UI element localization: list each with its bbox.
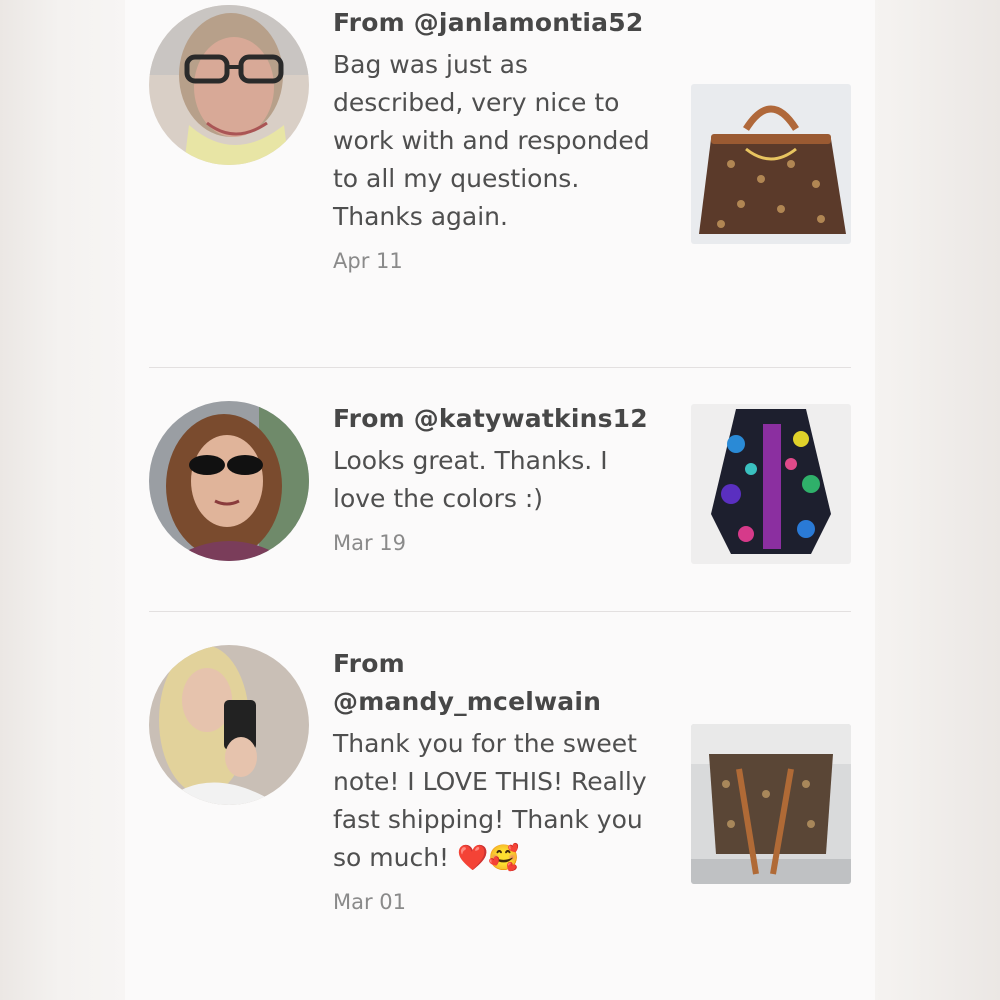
review-date: Mar 01 [333,890,407,914]
review-message: Thank you for the sweet note! I LOVE THI… [333,725,663,877]
review-date: Apr 11 [333,249,403,273]
reviews-panel: From @janlamontia52 Bag was just as desc… [125,0,875,1000]
reviewer-avatar[interactable] [149,645,309,805]
item-thumbnail[interactable] [691,404,851,564]
reviewer-username[interactable]: From @katywatkins12 [333,400,663,438]
review-date: Mar 19 [333,531,407,555]
reviewer-avatar[interactable] [149,5,309,165]
item-thumbnail[interactable] [691,84,851,244]
divider [149,611,851,612]
reviewer-username[interactable]: From @janlamontia52 [333,4,663,42]
review-message: Bag was just as described, very nice to … [333,50,650,231]
jacket-photo-icon [691,404,851,564]
tote-bag-photo-icon [691,724,851,884]
divider [149,367,851,368]
handbag-photo-icon [691,84,851,244]
item-thumbnail[interactable] [691,724,851,884]
reviewer-avatar[interactable] [149,401,309,561]
review-message: Looks great. Thanks. I love the colors :… [333,446,608,513]
reviewer-username[interactable]: From @mandy_mcelwain [333,645,663,721]
emoji-heart-smile-icon: ❤️🥰 [457,843,520,872]
